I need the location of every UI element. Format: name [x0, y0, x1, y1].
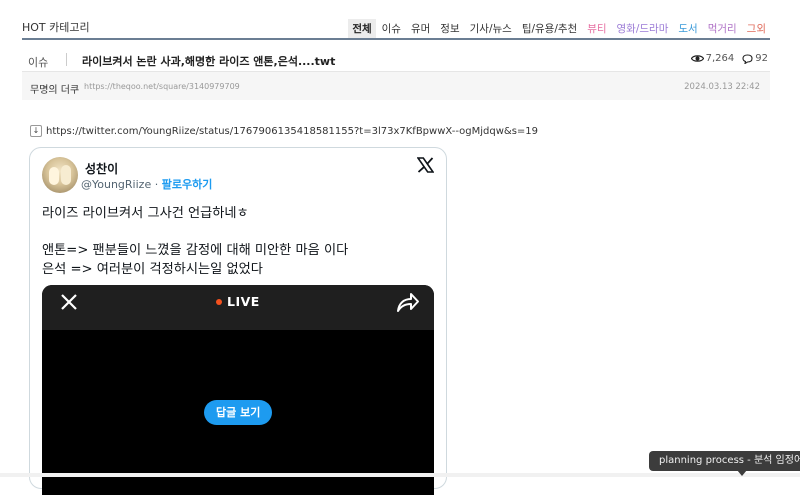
tooltip-arrow [737, 470, 747, 476]
arrow-down-icon: ↓ [30, 125, 42, 137]
reply-view-button[interactable]: 답글 보기 [204, 400, 273, 425]
category-nav: 전체 이슈 유머 정보 기사/뉴스 팁/유용/추천 뷰티 영화/드라마 도서 먹거리 그외 [346, 19, 770, 38]
tweet-embed: 성찬이 @YoungRiize · 팔로우하기 라이즈 라이브켜서 그사건 언급… [29, 147, 447, 495]
tweet-line: 은석 => 여러분이 걱정하시는일 없었다 [42, 262, 263, 277]
category-tab[interactable]: 전체 [348, 19, 376, 38]
hot-category-bar: HOT 카테고리 전체 이슈 유머 정보 기사/뉴스 팁/유용/추천 뷰티 영화/드라마 도서 먹… [22, 18, 770, 40]
tweet-link-url[interactable]: https://twitter.com/YoungRiize/status/17… [46, 126, 538, 137]
category-tab[interactable]: 도서 [674, 19, 701, 38]
category-tab[interactable]: 기사/뉴스 [466, 19, 516, 38]
close-icon[interactable] [60, 293, 78, 311]
divider [66, 53, 67, 66]
category-tab[interactable]: 이슈 [378, 19, 405, 38]
share-icon[interactable] [396, 291, 420, 313]
separator-dot: · [154, 178, 159, 191]
tweet-author-name[interactable]: 성찬이 [85, 160, 118, 177]
post-author: 무명의 더쿠 [30, 85, 80, 96]
follow-button[interactable]: 팔로우하기 [162, 178, 213, 191]
post-stats: 7,264 92 [690, 53, 768, 64]
comment-icon [742, 53, 753, 64]
post-date: 2024.03.13 22:42 [684, 82, 760, 92]
post-title: 라이브켜서 논란 사과,해명한 라이즈 앤톤,은석....twt [82, 55, 336, 68]
category-tab[interactable]: 뷰티 [583, 19, 610, 38]
tweet-link[interactable]: ↓ https://twitter.com/YoungRiize/status/… [30, 125, 538, 137]
post-meta: 무명의 더쿠 https://theqoo.net/square/3140979… [22, 72, 770, 100]
category-tab[interactable]: 영화/드라마 [613, 19, 673, 38]
live-dot [216, 298, 222, 305]
live-video[interactable]: LIVE 답글 보기 [42, 285, 434, 495]
post-url[interactable]: https://theqoo.net/square/3140979709 [84, 82, 240, 91]
tweet-text: 라이즈 라이브켜서 그사건 언급하네ㅎ 앤톤=> 팬분들이 느꼈을 감정에 대해… [42, 204, 437, 279]
category-tab[interactable]: 정보 [436, 19, 463, 38]
category-tab[interactable]: 팁/유용/추천 [518, 19, 581, 38]
live-label: LIVE [227, 294, 260, 309]
tooltip: planning process - 분석 임정어 - 기 [649, 451, 800, 471]
tweet-line: 라이즈 라이브켜서 그사건 언급하네ㅎ [42, 206, 249, 221]
bottom-strip [0, 473, 800, 477]
hot-category-title[interactable]: HOT 카테고리 [22, 19, 90, 35]
category-tab[interactable]: 먹거리 [704, 19, 741, 38]
avatar[interactable] [42, 157, 78, 193]
x-logo-icon[interactable] [417, 157, 434, 173]
post-header: 이슈 라이브켜서 논란 사과,해명한 라이즈 앤톤,은석....twt 7,26… [22, 49, 770, 72]
post-category[interactable]: 이슈 [28, 54, 48, 70]
comment-count[interactable]: 92 [755, 53, 768, 64]
tweet-handle-row: @YoungRiize · 팔로우하기 [81, 176, 212, 192]
view-count: 7,264 [705, 53, 735, 64]
eye-icon [690, 55, 704, 62]
live-badge: LIVE [216, 294, 260, 309]
category-tab[interactable]: 유머 [407, 19, 434, 38]
tweet-line: 앤톤=> 팬분들이 느꼈을 감정에 대해 미안한 마음 이다 [42, 243, 349, 258]
tweet-handle[interactable]: @YoungRiize [81, 178, 151, 191]
category-tab[interactable]: 그외 [743, 19, 770, 38]
